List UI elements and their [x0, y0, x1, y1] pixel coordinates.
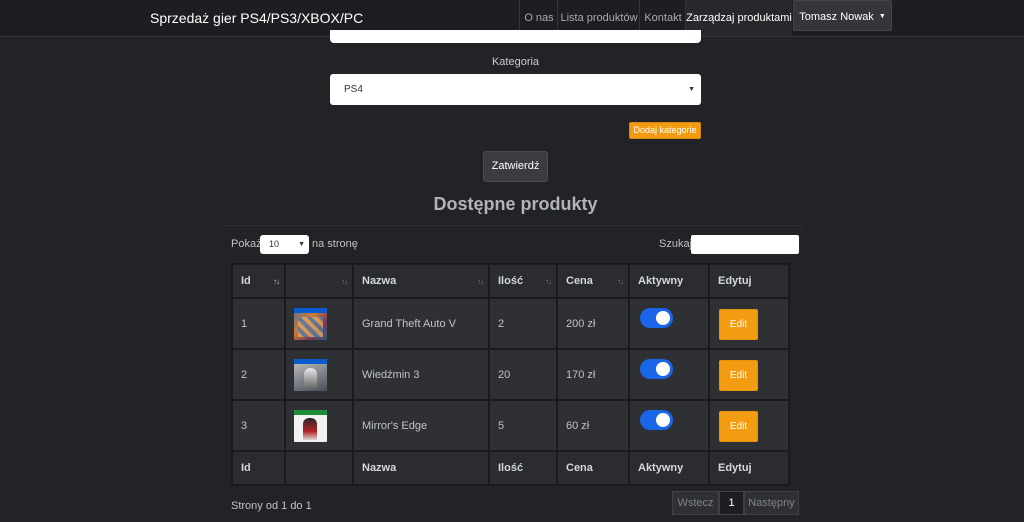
- sort-icon: ↑↓: [477, 277, 484, 286]
- dropdown-arrow-icon: ▼: [298, 241, 305, 248]
- products-table: Id ↑↓ ↑↓ Nazwa ↑↓ Ilość ↑↓ Cena ↑↓ Aktywny E…: [231, 263, 790, 486]
- cell-price: 170 zł: [556, 348, 630, 401]
- footer-quantity: Ilość: [488, 450, 558, 486]
- page-size-value: 10: [269, 239, 280, 249]
- edit-button[interactable]: Edit: [719, 309, 758, 340]
- dropdown-arrow-icon: ▼: [688, 86, 695, 93]
- cell-edit: Edit: [708, 399, 790, 452]
- mirrors-edge-cover-image: [294, 409, 327, 442]
- cell-quantity: 20: [488, 348, 558, 401]
- header-active: Aktywny: [628, 263, 710, 299]
- table-row: 3 Mirror's Edge 5 60 zł Edit: [231, 399, 790, 452]
- sort-icon: ↑↓: [545, 277, 552, 286]
- table-footer-row: Id Nazwa Ilość Cena Aktywny Edytuj: [231, 450, 790, 486]
- divider: [225, 225, 803, 226]
- footer-id: Id: [231, 450, 286, 486]
- sort-icon: ↑↓: [341, 277, 348, 286]
- brand-title[interactable]: Sprzedaż gier PS4/PS3/XBOX/PC: [150, 10, 363, 26]
- cell-name: Wiedźmin 3: [352, 348, 490, 401]
- cell-id: 2: [231, 348, 286, 401]
- section-title: Dostępne produkty: [433, 194, 598, 214]
- pagination: Wstecz 1 Następny: [672, 491, 799, 515]
- sort-icon: ↑↓: [617, 277, 624, 286]
- header-name[interactable]: Nazwa ↑↓: [352, 263, 490, 299]
- product-field-input[interactable]: [330, 30, 701, 43]
- cell-quantity: 5: [488, 399, 558, 452]
- page-size-select[interactable]: 10 ▼: [260, 235, 309, 254]
- footer-active: Aktywny: [628, 450, 710, 486]
- page-size-prefix: Pokaż: [231, 238, 262, 250]
- cell-name: Mirror's Edge: [352, 399, 490, 452]
- footer-price: Cena: [556, 450, 630, 486]
- search-label: Szukaj: [659, 238, 693, 250]
- cell-quantity: 2: [488, 297, 558, 350]
- active-toggle[interactable]: [640, 410, 673, 430]
- footer-edit: Edytuj: [708, 450, 790, 486]
- cell-id: 3: [231, 399, 286, 452]
- category-selected-value: PS4: [344, 84, 363, 95]
- pagination-info: Strony od 1 do 1: [231, 500, 312, 512]
- footer-name: Nazwa: [352, 450, 490, 486]
- header-price-label: Cena: [566, 275, 593, 287]
- submit-button[interactable]: Zatwierdź: [483, 151, 548, 182]
- header-id-label: Id: [241, 275, 251, 287]
- table-row: 2 Wiedźmin 3 20 170 zł Edit: [231, 348, 790, 401]
- edit-button[interactable]: Edit: [719, 411, 758, 442]
- header-edit: Edytuj: [708, 263, 790, 299]
- cell-id: 1: [231, 297, 286, 350]
- cell-cover: [284, 348, 354, 401]
- footer-cover: [284, 450, 354, 486]
- cell-cover: [284, 297, 354, 350]
- table-row: 1 Grand Theft Auto V 2 200 zł Edit: [231, 297, 790, 350]
- pagination-page-1[interactable]: 1: [719, 491, 744, 515]
- header-quantity[interactable]: Ilość ↑↓: [488, 263, 558, 299]
- category-select[interactable]: PS4 ▼: [330, 74, 701, 105]
- table-header-row: Id ↑↓ ↑↓ Nazwa ↑↓ Ilość ↑↓ Cena ↑↓ Aktywny E…: [231, 263, 790, 299]
- user-menu-button[interactable]: Tomasz Nowak ▼: [793, 0, 892, 31]
- header-cover[interactable]: ↑↓: [284, 263, 354, 299]
- witcher-cover-image: [294, 358, 327, 391]
- cell-active: [628, 297, 710, 350]
- cell-cover: [284, 399, 354, 452]
- cell-name: Grand Theft Auto V: [352, 297, 490, 350]
- pagination-prev[interactable]: Wstecz: [672, 491, 719, 515]
- gta-cover-image: [294, 307, 327, 340]
- user-name: Tomasz Nowak: [799, 11, 874, 23]
- cell-price: 60 zł: [556, 399, 630, 452]
- add-category-button[interactable]: Dodaj kategorie: [629, 122, 701, 139]
- search-input[interactable]: [691, 235, 799, 254]
- header-price[interactable]: Cena ↑↓: [556, 263, 630, 299]
- cell-edit: Edit: [708, 297, 790, 350]
- sort-asc-icon: ↑↓: [273, 277, 280, 286]
- cell-price: 200 zł: [556, 297, 630, 350]
- category-label: Kategoria: [491, 56, 540, 68]
- active-toggle[interactable]: [640, 359, 673, 379]
- pagination-next[interactable]: Następny: [744, 491, 799, 515]
- cell-active: [628, 348, 710, 401]
- header-name-label: Nazwa: [362, 275, 397, 287]
- header-id[interactable]: Id ↑↓: [231, 263, 286, 299]
- cell-edit: Edit: [708, 348, 790, 401]
- page-size-suffix: na stronę: [312, 238, 358, 250]
- cell-active: [628, 399, 710, 452]
- active-toggle[interactable]: [640, 308, 673, 328]
- nav-link-manage-products[interactable]: Zarządzaj produktami: [685, 0, 792, 36]
- header-quantity-label: Ilość: [498, 275, 524, 287]
- caret-down-icon: ▼: [878, 13, 886, 20]
- edit-button[interactable]: Edit: [719, 360, 758, 391]
